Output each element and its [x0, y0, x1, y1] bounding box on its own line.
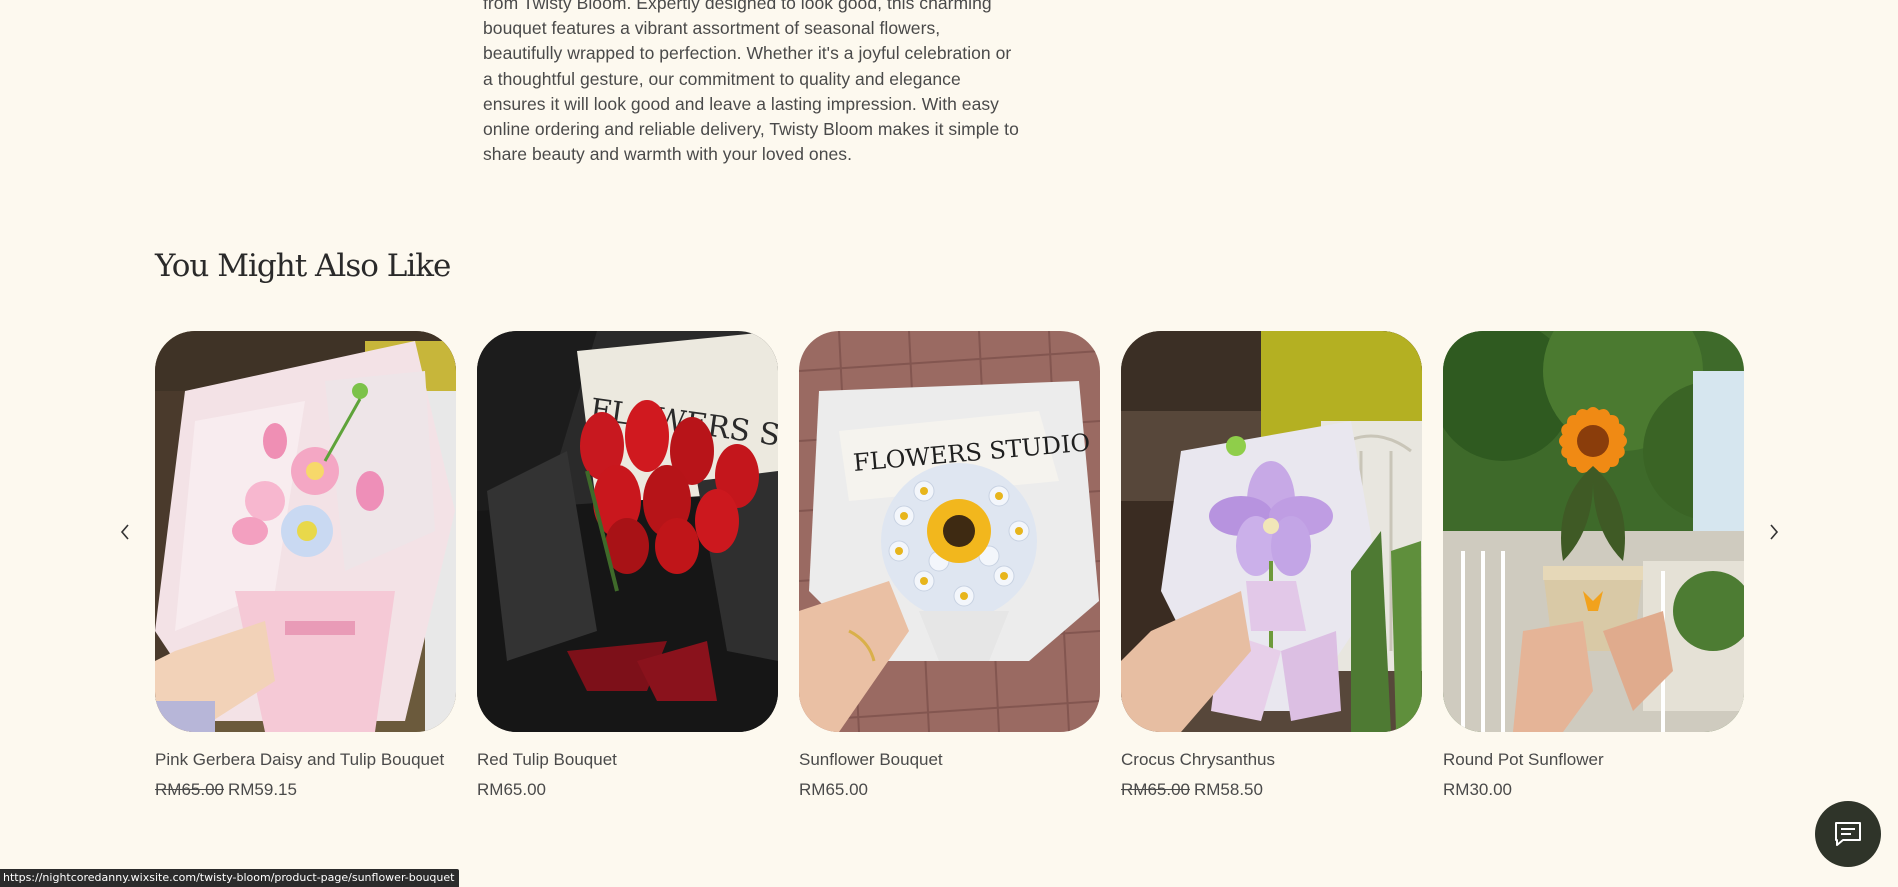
chevron-right-icon [1770, 524, 1779, 540]
product-card[interactable]: FLOWERS STUDIO [799, 331, 1100, 800]
product-name[interactable]: Pink Gerbera Daisy and Tulip Bouquet [155, 750, 456, 770]
product-name[interactable]: Red Tulip Bouquet [477, 750, 778, 770]
product-price: RM65.00 [477, 780, 778, 800]
product-image[interactable]: FLOWERS STUDIO [799, 331, 1100, 732]
product-card[interactable]: Round Pot Sunflower RM30.00 [1443, 331, 1744, 800]
product-name[interactable]: Round Pot Sunflower [1443, 750, 1744, 770]
pink-bouquet-photo [155, 331, 456, 732]
product-image[interactable] [1443, 331, 1744, 732]
product-image[interactable] [1121, 331, 1422, 732]
sale-price: RM65.00 [799, 780, 868, 799]
carousel-next-button[interactable] [1759, 517, 1789, 547]
product-price: RM65.00 RM59.15 [155, 780, 456, 800]
crocus-bouquet-photo [1121, 331, 1422, 732]
original-price: RM65.00 [155, 780, 224, 799]
pot-sunflower-photo [1443, 331, 1744, 732]
product-price: RM65.00 [799, 780, 1100, 800]
sale-price: RM65.00 [477, 780, 546, 799]
sunflower-bouquet-photo: FLOWERS STUDIO [799, 331, 1100, 732]
related-products-title: You Might Also Like [155, 248, 451, 284]
product-card[interactable]: Crocus Chrysanthus RM65.00 RM58.50 [1121, 331, 1422, 800]
product-price: RM30.00 [1443, 780, 1744, 800]
sale-price: RM58.50 [1193, 780, 1263, 799]
sale-price: RM30.00 [1443, 780, 1512, 799]
status-bar-url: https://nightcoredanny.wixsite.com/twist… [0, 869, 460, 887]
sale-price: RM59.15 [227, 780, 297, 799]
chat-button[interactable] [1815, 801, 1881, 867]
product-name[interactable]: Crocus Chrysanthus [1121, 750, 1422, 770]
red-tulip-bouquet-photo: FLOWERS STUDIO [477, 331, 778, 732]
product-image[interactable] [155, 331, 456, 732]
product-description: from Twisty Bloom. Expertly designed to … [483, 0, 1019, 165]
chevron-left-icon [120, 524, 129, 540]
product-page: from Twisty Bloom. Expertly designed to … [0, 0, 1898, 887]
product-card[interactable]: Pink Gerbera Daisy and Tulip Bouquet RM6… [155, 331, 456, 800]
product-price: RM65.00 RM58.50 [1121, 780, 1422, 800]
original-price: RM65.00 [1121, 780, 1190, 799]
chat-icon [1835, 822, 1861, 846]
related-products-carousel: Pink Gerbera Daisy and Tulip Bouquet RM6… [155, 331, 1745, 811]
product-card[interactable]: FLOWERS STUDIO [477, 331, 778, 800]
product-image[interactable]: FLOWERS STUDIO [477, 331, 778, 732]
product-name[interactable]: Sunflower Bouquet [799, 750, 1100, 770]
carousel-prev-button[interactable] [110, 517, 140, 547]
